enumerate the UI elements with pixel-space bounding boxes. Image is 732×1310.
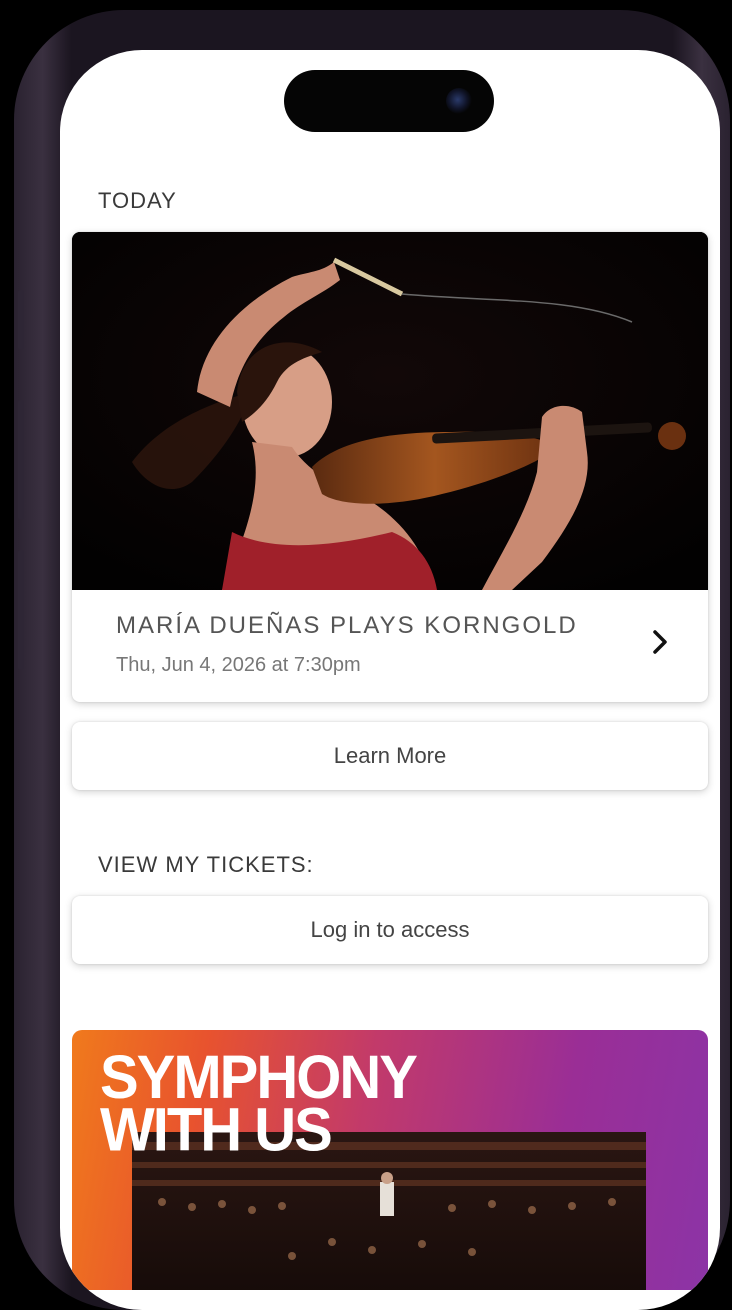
- volume-down-button: [18, 550, 24, 670]
- event-card[interactable]: MARÍA DUEÑAS PLAYS KORNGOLD Thu, Jun 4, …: [72, 232, 708, 702]
- view-tickets-label: VIEW MY TICKETS:: [98, 852, 314, 877]
- app-screen: TODAY MARÍA DUEÑAS PLAYS KORNGOLD Thu, J…: [60, 50, 720, 1310]
- phone-frame: TODAY MARÍA DUEÑAS PLAYS KORNGOLD Thu, J…: [14, 10, 730, 1310]
- event-datetime: Thu, Jun 4, 2026 at 7:30pm: [116, 654, 361, 676]
- login-button[interactable]: Log in to access: [72, 896, 708, 964]
- mute-switch: [18, 290, 24, 350]
- learn-more-button[interactable]: Learn More: [72, 722, 708, 790]
- event-title: MARÍA DUEÑAS PLAYS KORNGOLD: [116, 612, 578, 639]
- today-label: TODAY: [98, 188, 177, 213]
- event-info: MARÍA DUEÑAS PLAYS KORNGOLD Thu, Jun 4, …: [72, 590, 708, 702]
- promo-title: SYMPHONY WITH US: [100, 1043, 418, 1165]
- symphony-promo-banner[interactable]: SYMPHONY WITH US: [72, 1030, 708, 1290]
- dynamic-island: [284, 70, 494, 132]
- violinist-photo: [72, 232, 708, 590]
- violinist-illustration: [72, 232, 708, 590]
- chevron-right-icon[interactable]: [646, 628, 674, 656]
- camera-lens-icon: [446, 88, 472, 114]
- volume-up-button: [18, 400, 24, 520]
